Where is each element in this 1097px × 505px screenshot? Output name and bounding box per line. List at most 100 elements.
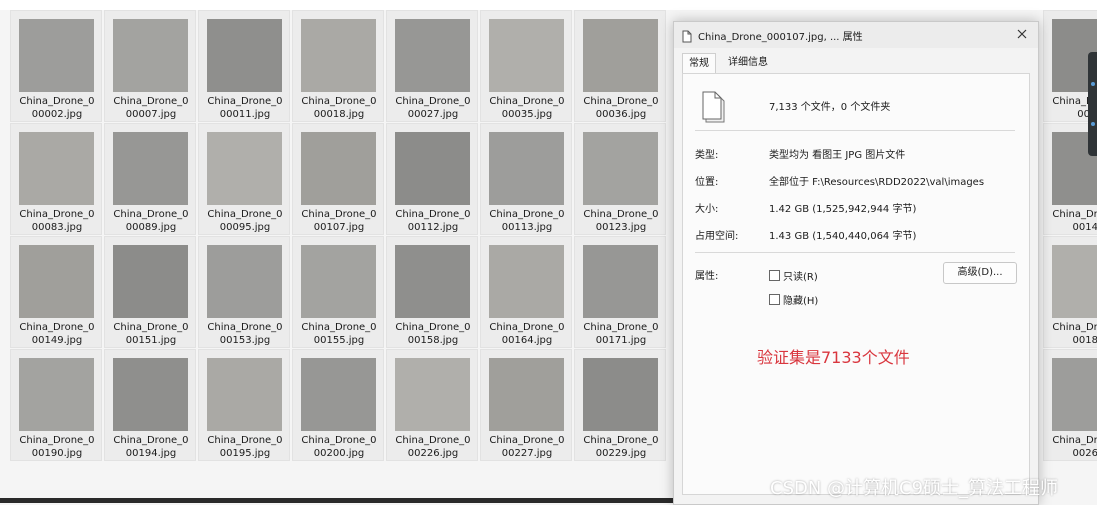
- image-thumbnail: [395, 132, 470, 205]
- file-item[interactable]: China_Drone_0 00190.jpg: [10, 349, 102, 461]
- file-name: China_Drone_0 00171.jpg: [583, 322, 659, 346]
- size-on-disk-label: 占用空间:: [695, 231, 739, 242]
- image-thumbnail: [207, 132, 282, 205]
- file-name: China_Drone_0 00089.jpg: [113, 209, 189, 233]
- watermark: CSDN @计算机C9硕士_算法工程师: [770, 478, 1059, 499]
- file-name: China_Drone_0 00190.jpg: [19, 435, 95, 459]
- file-item[interactable]: China_Drone_0 00164.jpg: [480, 236, 572, 348]
- file-item[interactable]: China_Drone_0 00011.jpg: [198, 10, 290, 122]
- size-value: 1.42 GB (1,525,942,944 字节): [769, 204, 917, 215]
- close-button[interactable]: [1012, 25, 1032, 45]
- file-name: China_Drone_0 00149.jpg: [19, 322, 95, 346]
- file-item[interactable]: China_Drone_0 00107.jpg: [292, 123, 384, 235]
- general-panel: 7,133 个文件，0 个文件夹 类型: 类型均为 看图王 JPG 图片文件 位…: [682, 73, 1030, 495]
- image-thumbnail: [583, 19, 658, 92]
- file-item[interactable]: China_Drone_0 00089.jpg: [104, 123, 196, 235]
- image-thumbnail: [583, 358, 658, 431]
- file-item[interactable]: China_Drone_000267.: [1043, 349, 1097, 461]
- image-thumbnail: [301, 132, 376, 205]
- file-item[interactable]: China_Drone_0 00171.jpg: [574, 236, 666, 348]
- multiple-files-icon: [701, 90, 727, 128]
- file-item[interactable]: China_Drone_0 00226.jpg: [386, 349, 478, 461]
- file-item[interactable]: China_Drone_000183.: [1043, 236, 1097, 348]
- file-item[interactable]: China_Drone_0 00018.jpg: [292, 10, 384, 122]
- image-thumbnail: [301, 245, 376, 318]
- image-thumbnail: [207, 245, 282, 318]
- file-name: China_Drone_000145.: [1052, 209, 1097, 233]
- image-thumbnail: [19, 245, 94, 318]
- file-item[interactable]: China_Drone_0 00200.jpg: [292, 349, 384, 461]
- properties-dialog: China_Drone_000107.jpg, ... 属性 常规 详细信息 7…: [673, 21, 1039, 505]
- location-label: 位置:: [695, 177, 719, 188]
- hidden-label: 隐藏(H): [783, 296, 819, 307]
- close-icon: [1017, 29, 1027, 39]
- file-name: China_Drone_000183.: [1052, 322, 1097, 346]
- file-name: China_Drone_0 00107.jpg: [301, 209, 377, 233]
- file-name: China_Drone_0 00195.jpg: [207, 435, 283, 459]
- file-item[interactable]: China_Drone_0 00149.jpg: [10, 236, 102, 348]
- file-name: China_Drone_0 00200.jpg: [301, 435, 377, 459]
- file-name: China_Drone_0 00002.jpg: [19, 96, 95, 120]
- image-thumbnail: [301, 19, 376, 92]
- file-item[interactable]: China_Drone_0 00095.jpg: [198, 123, 290, 235]
- file-item[interactable]: China_Drone_0 00153.jpg: [198, 236, 290, 348]
- file-name: China_Drone_0 00151.jpg: [113, 322, 189, 346]
- image-thumbnail: [395, 245, 470, 318]
- file-item[interactable]: China_Drone_0 00007.jpg: [104, 10, 196, 122]
- file-item[interactable]: China_Drone_0 00158.jpg: [386, 236, 478, 348]
- file-name: China_Drone_0 00194.jpg: [113, 435, 189, 459]
- file-item[interactable]: China_Drone_0 00112.jpg: [386, 123, 478, 235]
- image-thumbnail: [489, 132, 564, 205]
- image-thumbnail: [583, 132, 658, 205]
- file-name: China_Drone_0 00007.jpg: [113, 96, 189, 120]
- file-item[interactable]: China_Drone_0 00113.jpg: [480, 123, 572, 235]
- image-thumbnail: [19, 132, 94, 205]
- size-on-disk-value: 1.43 GB (1,540,440,064 字节): [769, 231, 917, 242]
- image-thumbnail: [489, 19, 564, 92]
- hidden-checkbox[interactable]: 隐藏(H): [769, 292, 818, 307]
- file-item[interactable]: China_Drone_0 00036.jpg: [574, 10, 666, 122]
- dialog-title: China_Drone_000107.jpg, ... 属性: [698, 32, 863, 43]
- file-name: China_Drone_000267.: [1052, 435, 1097, 459]
- side-panel-handle[interactable]: [1088, 52, 1097, 156]
- file-item[interactable]: China_Drone_0 00194.jpg: [104, 349, 196, 461]
- annotation-text: 验证集是7133个文件: [757, 348, 910, 367]
- indicator-dot-icon: [1091, 82, 1095, 86]
- indicator-dot-icon: [1091, 122, 1095, 126]
- image-thumbnail: [19, 358, 94, 431]
- file-item[interactable]: China_Drone_0 00002.jpg: [10, 10, 102, 122]
- file-item[interactable]: China_Drone_0 00151.jpg: [104, 236, 196, 348]
- taskbar-edge: [0, 498, 673, 503]
- image-thumbnail: [113, 358, 188, 431]
- image-thumbnail: [207, 19, 282, 92]
- file-item[interactable]: China_Drone_0 00083.jpg: [10, 123, 102, 235]
- checkbox-box: [769, 270, 780, 281]
- separator: [695, 252, 1015, 253]
- window-top-strip: [0, 0, 1097, 10]
- readonly-checkbox[interactable]: 只读(R): [769, 268, 818, 283]
- file-item[interactable]: China_Drone_0 00227.jpg: [480, 349, 572, 461]
- image-thumbnail: [489, 245, 564, 318]
- file-name: China_Drone_0 00158.jpg: [395, 322, 471, 346]
- file-item[interactable]: China_Drone_0 00123.jpg: [574, 123, 666, 235]
- separator: [695, 130, 1015, 131]
- advanced-button[interactable]: 高级(D)...: [943, 262, 1017, 284]
- file-name: China_Drone_0 00018.jpg: [301, 96, 377, 120]
- file-item[interactable]: China_Drone_0 00035.jpg: [480, 10, 572, 122]
- tab-details[interactable]: 详细信息: [722, 53, 774, 73]
- file-item[interactable]: China_Drone_0 00229.jpg: [574, 349, 666, 461]
- file-item[interactable]: China_Drone_0 00155.jpg: [292, 236, 384, 348]
- file-name: China_Drone_0 00112.jpg: [395, 209, 471, 233]
- file-item[interactable]: China_Drone_0 00027.jpg: [386, 10, 478, 122]
- file-name: China_Drone_0 00027.jpg: [395, 96, 471, 120]
- checkbox-box: [769, 294, 780, 305]
- file-item[interactable]: China_Drone_0 00195.jpg: [198, 349, 290, 461]
- tab-general[interactable]: 常规: [682, 53, 716, 75]
- dialog-titlebar[interactable]: China_Drone_000107.jpg, ... 属性: [674, 22, 1038, 48]
- image-thumbnail: [583, 245, 658, 318]
- file-icon: [682, 28, 692, 47]
- location-value: 全部位于 F:\Resources\RDD2022\val\images: [769, 177, 985, 188]
- image-thumbnail: [207, 358, 282, 431]
- file-name: China_Drone_0 00123.jpg: [583, 209, 659, 233]
- image-thumbnail: [301, 358, 376, 431]
